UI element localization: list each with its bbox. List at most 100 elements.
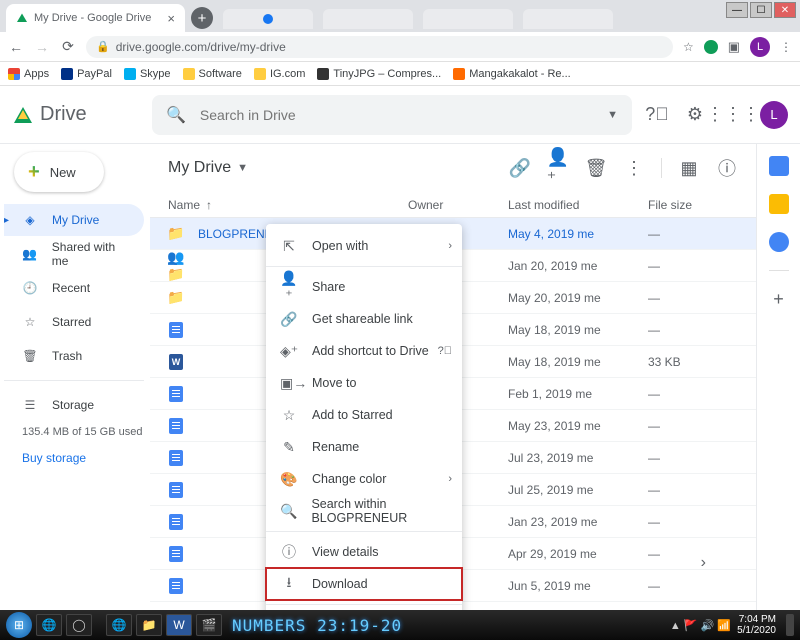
start-button[interactable]: ⊞ bbox=[6, 612, 32, 638]
new-tab-button[interactable]: + bbox=[191, 7, 213, 29]
menu-item-move[interactable]: ▣→Move to bbox=[266, 367, 462, 399]
calendar-addon-icon[interactable] bbox=[769, 156, 789, 176]
account-avatar[interactable]: L bbox=[760, 101, 788, 129]
grid-view-icon[interactable]: ▦ bbox=[678, 157, 700, 179]
system-tray[interactable]: ▲ 🚩 🔊 📶 bbox=[670, 619, 731, 632]
background-tab[interactable] bbox=[223, 9, 313, 29]
delete-icon[interactable]: 🗑 bbox=[585, 157, 607, 179]
bookmark-item[interactable]: Software bbox=[183, 68, 242, 80]
file-modified: May 20, 2019 me bbox=[508, 291, 648, 305]
menu-item-share[interactable]: 👤⁺Share bbox=[266, 271, 462, 303]
back-button[interactable]: ← bbox=[8, 39, 24, 55]
tab-close-icon[interactable]: × bbox=[167, 11, 175, 26]
submenu-arrow-icon: › bbox=[448, 473, 452, 485]
menu-item-shortcut[interactable]: ◈⁺Add shortcut to Drive?⃝ bbox=[266, 335, 462, 367]
background-tab[interactable] bbox=[323, 9, 413, 29]
col-name[interactable]: Name↑ bbox=[168, 198, 408, 212]
menu-item-trash[interactable]: 🗑Remove bbox=[266, 609, 462, 610]
reload-button[interactable]: ⟳ bbox=[60, 38, 76, 55]
address-bar[interactable]: 🔒 drive.google.com/drive/my-drive bbox=[86, 36, 673, 58]
shortcut-icon: ◈⁺ bbox=[280, 343, 298, 360]
drive-logo[interactable]: Drive bbox=[14, 103, 142, 126]
forward-button[interactable]: → bbox=[34, 39, 50, 55]
menu-item-palette[interactable]: 🎨Change color› bbox=[266, 463, 462, 495]
maximize-button[interactable]: ☐ bbox=[750, 2, 772, 18]
search-box[interactable]: 🔍 ▼ bbox=[152, 95, 632, 135]
get-addons-icon[interactable]: + bbox=[773, 289, 784, 310]
menu-item-label: Share bbox=[312, 280, 345, 294]
menu-item-open[interactable]: ⇱Open with› bbox=[266, 230, 462, 262]
apps-bookmark[interactable]: Apps bbox=[8, 68, 49, 80]
extension-icon[interactable] bbox=[704, 40, 718, 54]
show-desktop-button[interactable] bbox=[786, 614, 794, 636]
chrome-menu-icon[interactable]: ⋮ bbox=[780, 40, 792, 54]
taskbar-app-icon[interactable]: ◯ bbox=[66, 614, 92, 636]
window-controls: — ☐ ✕ bbox=[726, 2, 796, 18]
translate-icon[interactable]: ▣ bbox=[728, 39, 740, 55]
menu-item-info[interactable]: ⓘView details bbox=[266, 536, 462, 568]
google-doc-icon bbox=[168, 482, 184, 498]
new-button[interactable]: + New bbox=[14, 152, 104, 192]
get-link-icon[interactable]: 🔗 bbox=[509, 157, 531, 179]
bookmark-star-icon[interactable]: ☆ bbox=[683, 40, 694, 54]
taskbar-word-icon[interactable]: W bbox=[166, 614, 192, 636]
close-window-button[interactable]: ✕ bbox=[774, 2, 796, 18]
tasks-addon-icon[interactable] bbox=[769, 232, 789, 252]
taskbar-banner: NUMBERS 23:19-20 bbox=[222, 616, 670, 635]
file-size: — bbox=[648, 291, 738, 305]
search-input[interactable] bbox=[200, 107, 593, 123]
support-icon[interactable]: ?⃝ bbox=[646, 104, 668, 126]
details-pane-icon[interactable]: ⓘ bbox=[716, 157, 738, 179]
menu-item-link[interactable]: 🔗Get shareable link bbox=[266, 303, 462, 335]
sidebar-item-trash[interactable]: 🗑 Trash bbox=[4, 340, 144, 372]
minimize-button[interactable]: — bbox=[726, 2, 748, 18]
more-actions-icon[interactable]: ⋮ bbox=[623, 157, 645, 179]
background-tab[interactable] bbox=[523, 9, 613, 29]
search-options-icon[interactable]: ▼ bbox=[607, 109, 618, 121]
sidebar-item-storage[interactable]: ☰ Storage bbox=[4, 389, 144, 421]
menu-item-star[interactable]: ☆Add to Starred bbox=[266, 399, 462, 431]
bookmark-item[interactable]: PayPal bbox=[61, 68, 112, 80]
path-title[interactable]: My Drive bbox=[168, 159, 231, 177]
menu-item-label: Download bbox=[312, 577, 368, 591]
background-tab[interactable] bbox=[423, 9, 513, 29]
col-size[interactable]: File size bbox=[648, 198, 738, 212]
share-icon[interactable]: 👤⁺ bbox=[547, 157, 569, 179]
new-button-label: New bbox=[50, 165, 76, 180]
taskbar-chrome-icon[interactable]: 🌐 bbox=[36, 614, 62, 636]
bookmark-item[interactable]: Skype bbox=[124, 68, 171, 80]
menu-item-search[interactable]: 🔍Search within BLOGPRENEUR bbox=[266, 495, 462, 527]
menu-item-label: View details bbox=[312, 545, 378, 559]
help-icon[interactable]: ?⃝ bbox=[438, 345, 452, 357]
trash-icon: 🗑 bbox=[22, 349, 38, 363]
sidebar-item-recent[interactable]: 🕘 Recent bbox=[4, 272, 144, 304]
sidebar-item-starred[interactable]: ☆ Starred bbox=[4, 306, 144, 338]
file-size: — bbox=[648, 579, 738, 593]
bookmark-item[interactable]: Mangakakalot - Re... bbox=[453, 68, 571, 80]
move-icon: ▣→ bbox=[280, 375, 298, 392]
rename-icon: ✎ bbox=[280, 439, 298, 456]
sidebar-item-mydrive[interactable]: ▸ ◈ My Drive bbox=[4, 204, 144, 236]
menu-item-download[interactable]: ⭳Download bbox=[266, 568, 462, 600]
google-doc-icon bbox=[168, 546, 184, 562]
submenu-arrow-icon: › bbox=[448, 240, 452, 252]
taskbar-explorer-icon[interactable]: 📁 bbox=[136, 614, 162, 636]
taskbar-app-icon[interactable]: 🌐 bbox=[106, 614, 132, 636]
col-modified[interactable]: Last modified bbox=[508, 198, 648, 212]
col-owner[interactable]: Owner bbox=[408, 198, 508, 212]
apps-grid-icon[interactable]: ⋮⋮⋮ bbox=[722, 104, 744, 126]
browser-tab-active[interactable]: My Drive - Google Drive × bbox=[6, 4, 185, 32]
bookmark-item[interactable]: TinyJPG – Compres... bbox=[317, 68, 441, 80]
taskbar-app-icon[interactable]: 🎬 bbox=[196, 614, 222, 636]
menu-item-rename[interactable]: ✎Rename bbox=[266, 431, 462, 463]
path-dropdown-icon[interactable]: ▼ bbox=[237, 162, 248, 174]
sidebar-item-shared[interactable]: 👥 Shared with me bbox=[4, 238, 144, 270]
shared-icon: 👥 bbox=[22, 247, 38, 261]
keep-addon-icon[interactable] bbox=[769, 194, 789, 214]
bookmark-item[interactable]: IG.com bbox=[254, 68, 305, 80]
profile-avatar[interactable]: L bbox=[750, 37, 770, 57]
taskbar-clock[interactable]: 7:04 PM5/1/2020 bbox=[731, 614, 782, 636]
scroll-right-indicator[interactable]: › bbox=[701, 554, 706, 572]
buy-storage-link[interactable]: Buy storage bbox=[4, 443, 144, 465]
settings-gear-icon[interactable]: ⚙ bbox=[684, 104, 706, 126]
